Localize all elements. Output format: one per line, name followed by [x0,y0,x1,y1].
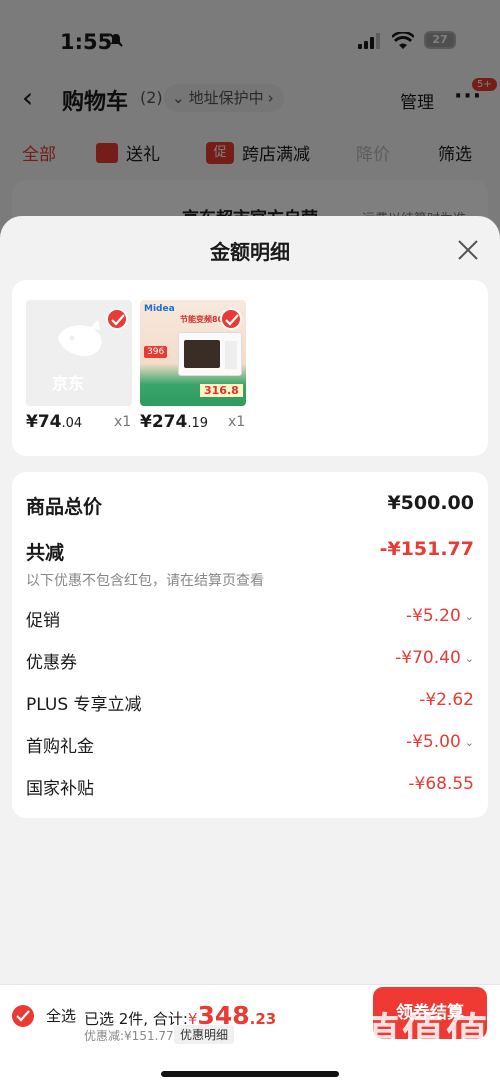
product-qty: x1 [114,414,132,430]
selected-check-icon [106,308,128,330]
total-row: 商品总价 ¥500.00 [26,488,474,518]
product-image-placeholder: 京东 [26,300,132,406]
discount-value: -¥2.62 [419,690,474,710]
price-summary-card: 商品总价 ¥500.00 共减 -¥151.77 以下优惠不包含红包，请在结算页… [12,472,488,818]
discount-label: 促销 [26,611,60,631]
brand-label: Midea [144,304,175,314]
product-item[interactable]: 京东 ¥74.04 x1 [26,300,132,432]
home-indicator [161,1071,339,1077]
discount-row-first-buy[interactable]: 首购礼金 -¥5.00 ⌄ [26,728,474,758]
discount-row-coupon[interactable]: 优惠券 -¥70.40 ⌄ [26,644,474,674]
watermark-logo: 值值值 zhizhizhi.com [350,1000,500,1087]
discount-detail-button[interactable]: 优惠明细 [174,1025,235,1044]
discount-label: 优惠券 [26,653,77,673]
jd-dog-logo-icon [58,320,102,356]
discount-note: 以下优惠不包含红包，请在结算页查看 [26,573,264,589]
total-value: ¥500.00 [387,492,474,514]
discount-value: -¥70.40 ⌄ [395,648,474,668]
total-label: 商品总价 [26,496,103,518]
product-price: ¥274.19 [140,412,209,432]
product-tag: 396 [144,346,168,358]
watermark-url: zhizhizhi.com [360,1058,475,1076]
sheet-title: 金额明细 [210,240,290,264]
reduce-row: 共减 -¥151.77 [26,534,474,564]
discount-label: PLUS 专享立减 [26,695,142,715]
reduce-value: -¥151.77 [379,538,474,560]
products-card: 京东 ¥74.04 x1 Midea 节能变频800W 396 316.8 ¥2… [12,280,488,456]
select-all-label[interactable]: 全选 [46,1005,76,1026]
discount-summary: 优惠减:¥151.77 [84,1029,174,1043]
amount-detail-sheet: 金额明细 京东 ¥74.04 x1 Midea 节能变频800W 396 316… [0,216,500,1087]
product-price: ¥74.04 [26,412,83,432]
discount-row-promo[interactable]: 促销 -¥5.20 ⌄ [26,602,474,632]
jd-logo-text: 京东 [52,374,85,393]
discount-row-subsidy: 国家补贴 -¥68.55 [26,770,474,800]
promo-price: 316.8 [200,384,243,397]
discount-row-plus: PLUS 专享立减 -¥2.62 [26,686,474,716]
chevron-down-icon: ⌄ [464,609,474,623]
chevron-down-icon: ⌄ [464,651,474,665]
watermark-glyphs: 值值值 [358,1009,491,1058]
discount-label: 首购礼金 [26,737,94,757]
discount-value: -¥5.20 ⌄ [405,606,474,626]
close-icon[interactable] [456,238,480,262]
discount-value: -¥68.55 [408,774,474,794]
total-cents: .23 [249,1010,277,1028]
product-image-microwave: Midea 节能变频800W 396 316.8 [140,300,246,406]
discount-label: 国家补贴 [26,779,94,799]
select-all-check-icon[interactable] [12,1005,34,1027]
microwave-icon [178,332,242,376]
selected-check-icon [220,308,242,330]
discount-value: -¥5.00 ⌄ [405,732,474,752]
chevron-down-icon: ⌄ [464,735,474,749]
selected-label: 已选 2件, 合计: [84,1010,188,1028]
product-qty: x1 [228,414,246,430]
product-item[interactable]: Midea 节能变频800W 396 316.8 ¥274.19 x1 [140,300,246,432]
reduce-label: 共减 [26,542,65,564]
